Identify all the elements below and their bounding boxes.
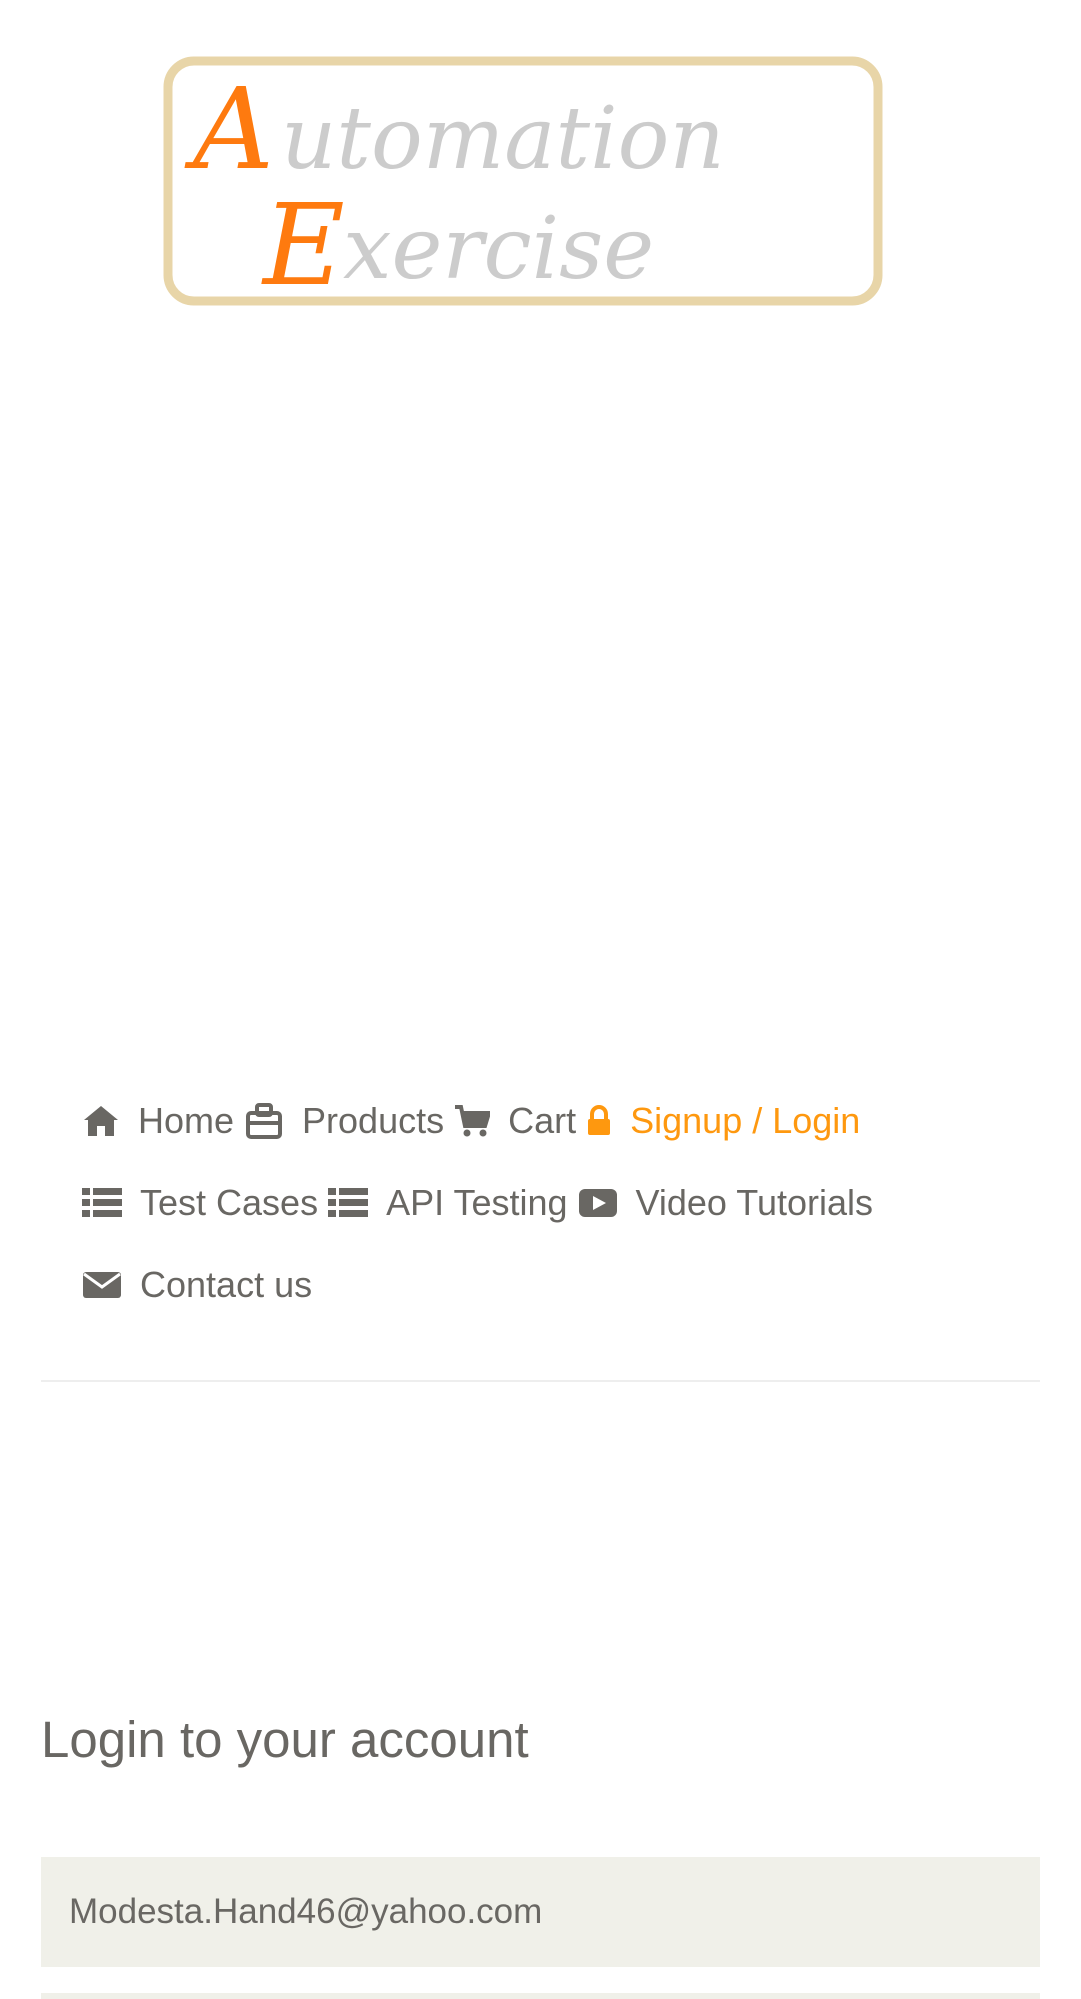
nav-signup-login[interactable]: Signup / Login bbox=[586, 1100, 860, 1142]
logo-text-line1: utomation bbox=[281, 89, 725, 189]
login-password-input-edge[interactable] bbox=[41, 1993, 1040, 1999]
home-icon bbox=[82, 1104, 120, 1138]
logo-letter-e: E bbox=[261, 181, 345, 306]
nav-cart[interactable]: Cart bbox=[454, 1100, 576, 1142]
login-email-input[interactable] bbox=[41, 1857, 1040, 1967]
login-form-title: Login to your account bbox=[41, 1711, 529, 1768]
cart-icon bbox=[454, 1104, 491, 1138]
logo-text-line2: xercise bbox=[343, 199, 654, 299]
nav-contact-us[interactable]: Contact us bbox=[82, 1264, 312, 1306]
lock-icon bbox=[586, 1105, 612, 1137]
nav-api-testing-label: API Testing bbox=[386, 1182, 568, 1223]
list-icon bbox=[82, 1187, 122, 1219]
site-logo[interactable]: A utomation E xercise bbox=[163, 56, 883, 306]
nav-test-cases-label: Test Cases bbox=[140, 1182, 319, 1223]
header-divider bbox=[41, 1380, 1040, 1382]
nav-test-cases[interactable]: Test Cases bbox=[82, 1182, 318, 1224]
envelope-icon bbox=[82, 1270, 122, 1300]
nav-products-label: Products bbox=[302, 1100, 445, 1141]
nav-signup-login-label: Signup / Login bbox=[630, 1100, 861, 1141]
nav-products[interactable]: Products bbox=[244, 1100, 444, 1142]
nav-api-testing[interactable]: API Testing bbox=[328, 1182, 568, 1224]
nav-row-3: Contact us bbox=[82, 1244, 982, 1326]
logo-letter-a: A bbox=[184, 65, 274, 195]
nav-cart-label: Cart bbox=[508, 1100, 577, 1141]
logo-image: A utomation E xercise bbox=[163, 56, 883, 306]
nav-row-1: Home Products Cart Signup / Login bbox=[82, 1080, 982, 1162]
youtube-play-icon bbox=[578, 1187, 618, 1219]
nav-contact-us-label: Contact us bbox=[140, 1264, 313, 1305]
nav-home[interactable]: Home bbox=[82, 1100, 234, 1142]
list-icon bbox=[328, 1187, 369, 1219]
nav-home-label: Home bbox=[138, 1100, 235, 1141]
products-icon bbox=[244, 1101, 284, 1141]
main-nav: Home Products Cart Signup / Login Test C… bbox=[82, 1080, 982, 1326]
nav-video-tutorials[interactable]: Video Tutorials bbox=[578, 1182, 873, 1224]
nav-video-tutorials-label: Video Tutorials bbox=[635, 1182, 874, 1223]
nav-row-2: Test Cases API Testing Video Tutorials bbox=[82, 1162, 982, 1244]
